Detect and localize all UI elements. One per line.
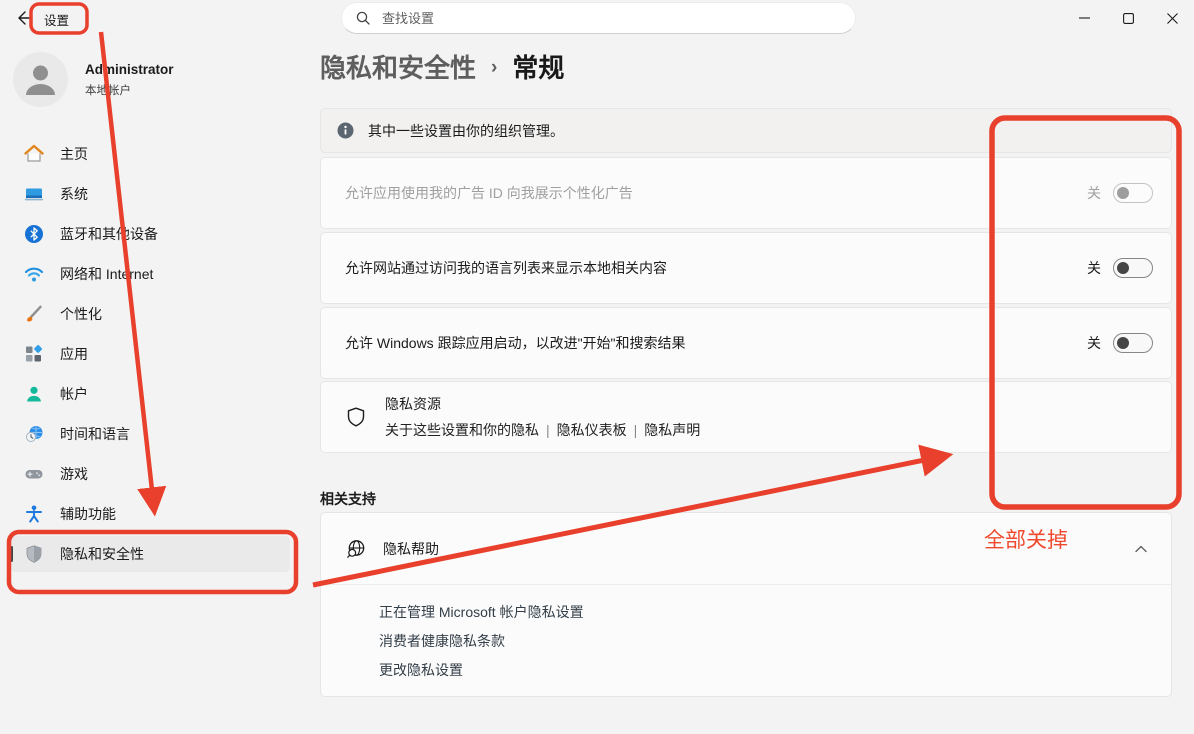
search-icon xyxy=(356,11,370,25)
sidebar-item-system[interactable]: 系统 xyxy=(10,176,290,212)
maximize-button[interactable] xyxy=(1106,0,1150,36)
accessibility-icon xyxy=(24,504,44,524)
privacy-icon xyxy=(24,544,44,564)
sidebar-item-network[interactable]: 网络和 Internet xyxy=(10,256,290,292)
sidebar-item-personalization[interactable]: 个性化 xyxy=(10,296,290,332)
breadcrumb-parent[interactable]: 隐私和安全性 xyxy=(320,48,476,85)
toggle-knob xyxy=(1117,262,1129,274)
banner-text: 其中一些设置由你的组织管理。 xyxy=(368,121,564,141)
search-box[interactable] xyxy=(341,2,856,34)
user-silhouette-icon xyxy=(13,52,68,107)
setting-row-language-list: 允许网站通过访问我的语言列表来显示本地相关内容 关 xyxy=(320,232,1172,304)
breadcrumb: 隐私和安全性 › 常规 xyxy=(320,48,564,85)
sidebar-item-label: 个性化 xyxy=(60,304,102,324)
sidebar-item-label: 游戏 xyxy=(60,464,88,484)
link-consumer-health-privacy[interactable]: 消费者健康隐私条款 xyxy=(379,627,1171,656)
sidebar-nav: 主页 系统 蓝牙和其他设备 网络和 Internet 个性化 应用 帐户 xyxy=(10,136,290,576)
advertising-id-toggle[interactable] xyxy=(1113,183,1153,203)
privacy-help-card: 隐私帮助 正在管理 Microsoft 帐户隐私设置 消费者健康隐私条款 更改隐… xyxy=(320,512,1172,697)
network-icon xyxy=(24,264,44,284)
sidebar-item-label: 蓝牙和其他设备 xyxy=(60,224,158,244)
user-account-type: 本地帐户 xyxy=(85,82,131,98)
close-icon xyxy=(1167,13,1178,24)
related-support-heading: 相关支持 xyxy=(320,489,376,509)
sidebar-item-label: 网络和 Internet xyxy=(60,264,153,284)
sidebar-item-label: 辅助功能 xyxy=(60,504,116,524)
link-separator: | xyxy=(634,422,638,438)
privacy-resources-row: 隐私资源 关于这些设置和你的隐私 | 隐私仪表板 | 隐私声明 xyxy=(320,381,1172,453)
sidebar-item-time-language[interactable]: 时间和语言 xyxy=(10,416,290,452)
shield-outline-icon xyxy=(345,406,367,428)
setting-label: 允许应用使用我的广告 ID 向我展示个性化广告 xyxy=(345,183,1087,203)
info-icon xyxy=(337,122,354,139)
setting-row-advertising-id: 允许应用使用我的广告 ID 向我展示个性化广告 关 xyxy=(320,157,1172,229)
sidebar-item-label: 应用 xyxy=(60,344,88,364)
bluetooth-icon xyxy=(24,224,44,244)
setting-label: 允许 Windows 跟踪应用启动，以改进"开始"和搜索结果 xyxy=(345,333,1087,353)
time-language-icon xyxy=(24,424,44,444)
sidebar-item-gaming[interactable]: 游戏 xyxy=(10,456,290,492)
sidebar-item-accounts[interactable]: 帐户 xyxy=(10,376,290,412)
close-button[interactable] xyxy=(1150,0,1194,36)
app-launch-tracking-toggle[interactable] xyxy=(1113,333,1153,353)
link-about-privacy[interactable]: 关于这些设置和你的隐私 xyxy=(385,422,539,438)
accounts-icon xyxy=(24,384,44,404)
resources-title: 隐私资源 xyxy=(385,394,700,414)
sidebar-item-label: 主页 xyxy=(60,144,88,164)
breadcrumb-separator: › xyxy=(491,57,497,79)
apps-icon xyxy=(24,344,44,364)
link-ms-account-privacy[interactable]: 正在管理 Microsoft 帐户隐私设置 xyxy=(379,598,1171,627)
sidebar-item-label: 系统 xyxy=(60,184,88,204)
sidebar-item-accessibility[interactable]: 辅助功能 xyxy=(10,496,290,532)
toggle-state-label: 关 xyxy=(1087,258,1101,278)
chevron-up-icon[interactable] xyxy=(1135,545,1147,553)
setting-label: 允许网站通过访问我的语言列表来显示本地相关内容 xyxy=(345,258,1087,278)
link-privacy-statement[interactable]: 隐私声明 xyxy=(644,422,700,438)
toggle-knob xyxy=(1117,187,1129,199)
link-change-privacy-settings[interactable]: 更改隐私设置 xyxy=(379,656,1171,685)
toggle-state-label: 关 xyxy=(1087,183,1101,203)
avatar[interactable] xyxy=(13,52,68,107)
sidebar-item-label: 隐私和安全性 xyxy=(60,544,144,564)
back-button[interactable] xyxy=(8,4,42,32)
link-separator: | xyxy=(546,422,550,438)
sidebar-item-home[interactable]: 主页 xyxy=(10,136,290,172)
personalization-icon xyxy=(24,304,44,324)
sidebar-item-privacy-security[interactable]: 隐私和安全性 xyxy=(10,536,290,572)
language-list-toggle[interactable] xyxy=(1113,258,1153,278)
gaming-icon xyxy=(24,464,44,484)
app-title: 设置 xyxy=(44,10,69,29)
link-privacy-dashboard[interactable]: 隐私仪表板 xyxy=(557,422,627,438)
back-arrow-icon xyxy=(17,11,33,25)
page-title: 常规 xyxy=(512,48,564,85)
minimize-icon xyxy=(1079,17,1090,19)
web-help-icon xyxy=(345,538,367,560)
sidebar-item-label: 帐户 xyxy=(60,384,88,404)
toggle-state-label: 关 xyxy=(1087,333,1101,353)
sidebar-item-label: 时间和语言 xyxy=(60,424,130,444)
search-input[interactable] xyxy=(380,10,841,27)
maximize-icon xyxy=(1123,13,1134,24)
system-icon xyxy=(24,184,44,204)
privacy-help-header[interactable]: 隐私帮助 xyxy=(321,513,1171,585)
setting-row-app-launch-tracking: 允许 Windows 跟踪应用启动，以改进"开始"和搜索结果 关 xyxy=(320,307,1172,379)
minimize-button[interactable] xyxy=(1062,0,1106,36)
user-name: Administrator xyxy=(85,62,174,77)
privacy-help-title: 隐私帮助 xyxy=(383,539,1119,559)
org-managed-banner: 其中一些设置由你的组织管理。 xyxy=(320,108,1172,153)
home-icon xyxy=(24,144,44,164)
sidebar-item-apps[interactable]: 应用 xyxy=(10,336,290,372)
sidebar-item-bluetooth[interactable]: 蓝牙和其他设备 xyxy=(10,216,290,252)
toggle-knob xyxy=(1117,337,1129,349)
